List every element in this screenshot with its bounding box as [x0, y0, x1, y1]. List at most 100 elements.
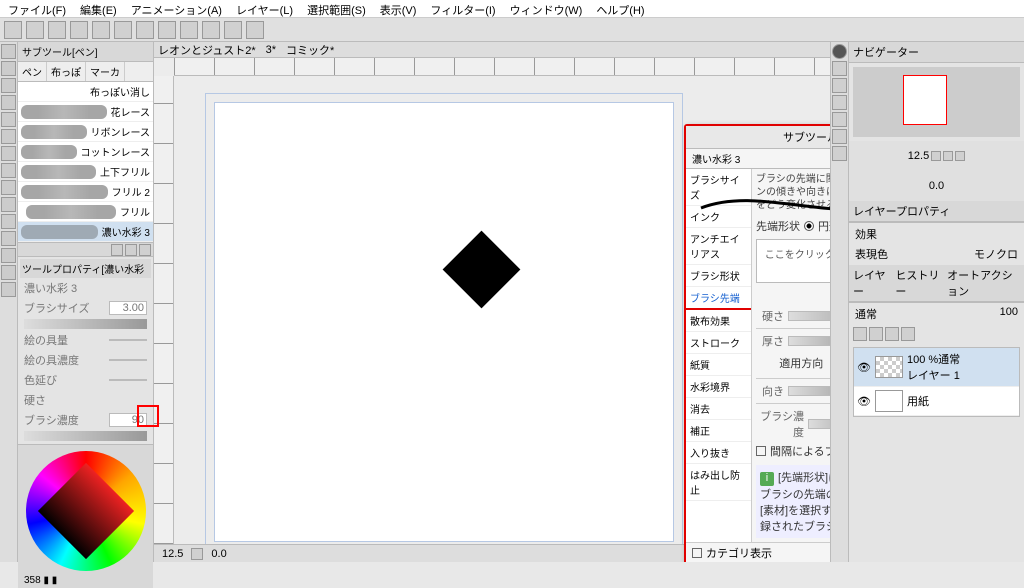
- menu-window[interactable]: ウィンドウ(W): [510, 2, 583, 15]
- radio-circle[interactable]: [804, 221, 814, 231]
- tool-wand-icon[interactable]: [1, 112, 16, 127]
- paint-density-input[interactable]: [109, 359, 147, 361]
- expr-value[interactable]: モノクロ: [974, 246, 1018, 262]
- list-item[interactable]: 上下フリル: [18, 162, 153, 182]
- list-item[interactable]: フリル: [18, 202, 153, 222]
- bdensity-slider[interactable]: [808, 419, 830, 429]
- canvas-paper[interactable]: [214, 102, 674, 542]
- angle-value[interactable]: 0.0: [211, 548, 226, 560]
- tab-cloth[interactable]: 布っぽ: [47, 62, 86, 81]
- gap-adjust-checkbox[interactable]: [756, 446, 766, 456]
- cat-inout[interactable]: 入り抜き: [686, 442, 751, 464]
- history-tab[interactable]: ヒストリー: [895, 267, 941, 299]
- tb-zoom-icon[interactable]: [158, 21, 176, 39]
- brush-del-icon[interactable]: [139, 244, 151, 256]
- size-slider[interactable]: [24, 319, 147, 329]
- tool-marquee-icon[interactable]: [1, 78, 16, 93]
- list-item[interactable]: コットンレース: [18, 142, 153, 162]
- tool-brush-icon[interactable]: [1, 146, 16, 161]
- tb-grid-icon[interactable]: [202, 21, 220, 39]
- tool-move-icon[interactable]: [1, 61, 16, 76]
- paint-amount-input[interactable]: [109, 339, 147, 341]
- layer-new-icon[interactable]: [853, 327, 867, 341]
- cat-aa[interactable]: アンチエイリアス: [686, 228, 751, 265]
- rtool-search-icon[interactable]: [832, 78, 847, 93]
- layer-mask-icon[interactable]: [885, 327, 899, 341]
- cat-scatter[interactable]: 散布効果: [686, 310, 751, 332]
- layer-row[interactable]: 👁 100 %通常レイヤー 1: [854, 348, 1019, 387]
- menu-filter[interactable]: フィルター(I): [430, 2, 495, 15]
- autoaction-tab[interactable]: オートアクション: [947, 267, 1020, 299]
- tb-snap-icon[interactable]: [246, 21, 264, 39]
- menu-select[interactable]: 選択範囲(S): [307, 2, 366, 15]
- tb-rotate-icon[interactable]: [180, 21, 198, 39]
- layer-del-icon[interactable]: [901, 327, 915, 341]
- opacity-slider[interactable]: [24, 431, 147, 441]
- eye-icon[interactable]: 👁: [857, 361, 871, 374]
- category-show-checkbox[interactable]: [692, 548, 702, 558]
- tool-eraser-icon[interactable]: [1, 197, 16, 212]
- tb-save-icon[interactable]: [48, 21, 66, 39]
- rtool-speech-icon[interactable]: [832, 95, 847, 110]
- cat-overflow[interactable]: はみ出し防止: [686, 464, 751, 501]
- tool-magnify-icon[interactable]: [1, 44, 16, 59]
- tb-new-icon[interactable]: [4, 21, 22, 39]
- rtool-quick-icon[interactable]: [832, 44, 847, 59]
- cat-wcedge[interactable]: 水彩境界: [686, 376, 751, 398]
- brush-dup-icon[interactable]: [125, 244, 137, 256]
- rtool-ruler-icon[interactable]: [832, 112, 847, 127]
- cat-stroke[interactable]: ストローク: [686, 332, 751, 354]
- tb-clear-icon[interactable]: [114, 21, 132, 39]
- blend-mode[interactable]: 通常: [855, 306, 877, 322]
- tab-marker[interactable]: マーカ: [86, 62, 125, 81]
- tb-ruler-icon[interactable]: [224, 21, 242, 39]
- rtool-frame-icon[interactable]: [832, 129, 847, 144]
- doc-tab-1[interactable]: レオンとジュスト2*: [158, 42, 256, 58]
- layer-folder-icon[interactable]: [869, 327, 883, 341]
- rtool-3d-icon[interactable]: [832, 146, 847, 161]
- thickness-slider[interactable]: [788, 336, 830, 346]
- doc-tab-3[interactable]: コミック*: [286, 42, 334, 58]
- color-wheel[interactable]: [26, 451, 146, 571]
- tool-gradient-icon[interactable]: [1, 248, 16, 263]
- list-item[interactable]: 花レース: [18, 102, 153, 122]
- tool-text-icon[interactable]: [1, 282, 16, 297]
- direction-slider[interactable]: [788, 386, 830, 396]
- tool-blend-icon[interactable]: [1, 214, 16, 229]
- zoom-value[interactable]: 12.5: [162, 548, 183, 560]
- layer-row[interactable]: 👁 用紙: [854, 387, 1019, 416]
- add-tip-button[interactable]: ここをクリックして先端形状を追加してください: [756, 239, 830, 283]
- rtool-material-icon[interactable]: [832, 61, 847, 76]
- fit-icon[interactable]: [955, 151, 965, 161]
- menu-file[interactable]: ファイル(F): [8, 2, 66, 15]
- tool-lasso-icon[interactable]: [1, 95, 16, 110]
- cat-erase[interactable]: 消去: [686, 398, 751, 420]
- tool-airbrush-icon[interactable]: [1, 163, 16, 178]
- zoom-in-icon[interactable]: [943, 151, 953, 161]
- tool-fill-icon[interactable]: [1, 231, 16, 246]
- eye-icon[interactable]: 👁: [857, 395, 871, 408]
- list-item[interactable]: リボンレース: [18, 122, 153, 142]
- menu-anim[interactable]: アニメーション(A): [131, 2, 222, 15]
- zoom-slider-icon[interactable]: [191, 548, 203, 560]
- navigator[interactable]: [853, 67, 1020, 137]
- cat-tip[interactable]: ブラシ先端: [686, 287, 751, 310]
- nav-angle[interactable]: 0.0: [929, 180, 944, 192]
- nav-zoom[interactable]: 12.5: [908, 150, 929, 162]
- brush-add-icon[interactable]: [111, 244, 123, 256]
- tool-pen-icon[interactable]: [1, 129, 16, 144]
- layerprop-tab[interactable]: レイヤープロパティ: [853, 203, 950, 219]
- brush-selected[interactable]: 濃い水彩 3: [18, 222, 153, 242]
- tb-redo-icon[interactable]: [92, 21, 110, 39]
- menu-view[interactable]: 表示(V): [380, 2, 417, 15]
- doc-tab-2[interactable]: 3*: [266, 44, 276, 56]
- tab-pen[interactable]: ペン: [18, 62, 47, 81]
- tool-deco-icon[interactable]: [1, 180, 16, 195]
- cat-texture[interactable]: 紙質: [686, 354, 751, 376]
- menu-edit[interactable]: 編集(E): [80, 2, 117, 15]
- tb-undo-icon[interactable]: [70, 21, 88, 39]
- navigator-tab[interactable]: ナビゲーター: [853, 44, 919, 60]
- hardness-slider[interactable]: [788, 311, 830, 321]
- zoom-out-icon[interactable]: [931, 151, 941, 161]
- layer-opacity[interactable]: 100: [1000, 306, 1018, 322]
